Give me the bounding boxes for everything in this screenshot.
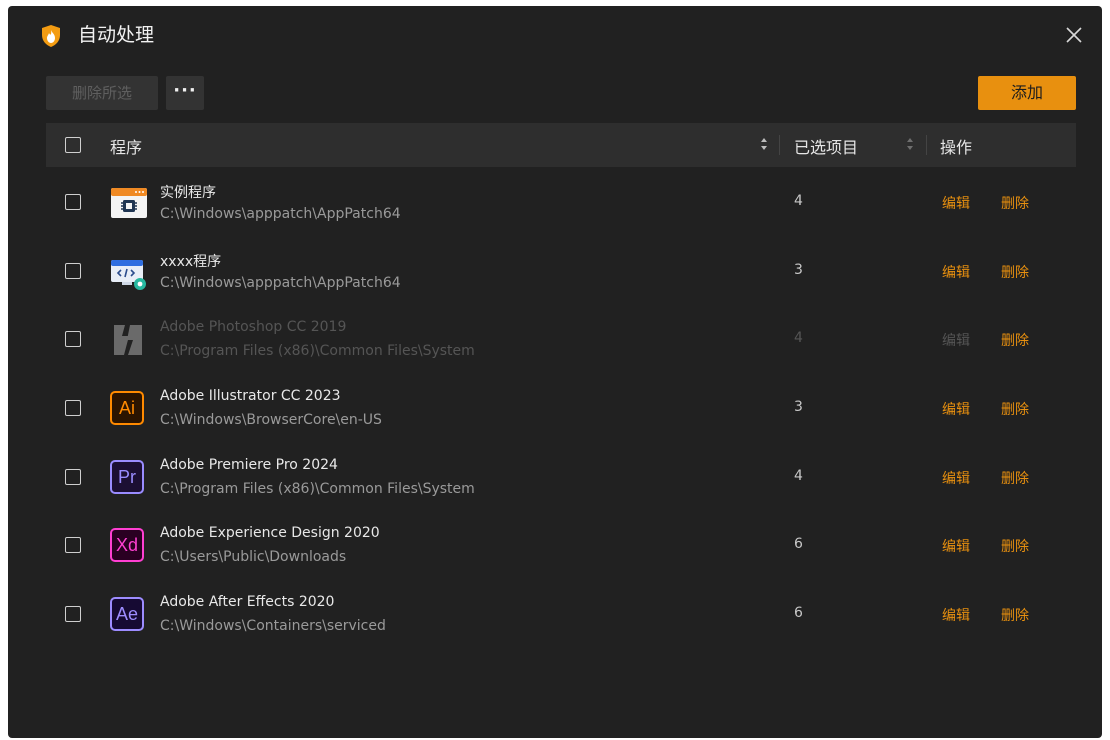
premiere-icon: Pr: [110, 459, 144, 494]
table-row: 实例程序 C:\Windows\apppatch\AppPatch64 4 编辑…: [46, 167, 1076, 236]
delete-link[interactable]: 删除: [1001, 193, 1029, 213]
edit-link[interactable]: 编辑: [942, 193, 970, 213]
selected-count: 4: [794, 193, 803, 209]
table-row: Ae Adobe After Effects 2020 C:\Windows\C…: [46, 579, 1076, 648]
row-checkbox[interactable]: [65, 537, 81, 554]
program-name: Adobe After Effects 2020: [160, 594, 335, 611]
edit-link[interactable]: 编辑: [942, 468, 970, 488]
row-checkbox[interactable]: [65, 194, 81, 210]
code-settings-icon: [111, 259, 146, 290]
row-checkbox[interactable]: [65, 331, 81, 348]
selected-count: 3: [794, 261, 803, 278]
after-effects-icon: Ae: [110, 597, 144, 632]
delete-selected-button[interactable]: 删除所选: [46, 76, 158, 110]
selected-count: 6: [794, 605, 803, 622]
program-path: C:\Windows\apppatch\AppPatch64: [160, 274, 401, 291]
selected-count: 3: [794, 399, 803, 416]
selected-count: 4: [794, 467, 803, 484]
edit-link[interactable]: 编辑: [942, 605, 970, 625]
delete-link[interactable]: 删除: [1001, 605, 1029, 625]
program-path: C:\Windows\Containers\serviced: [160, 618, 386, 635]
xd-icon: Xd: [110, 528, 144, 563]
program-name: Adobe Illustrator CC 2023: [160, 388, 341, 405]
program-list: 实例程序 C:\Windows\apppatch\AppPatch64 4 编辑…: [46, 167, 1076, 648]
edit-link: 编辑: [942, 333, 970, 350]
column-divider: [926, 135, 927, 155]
more-options-button[interactable]: ···: [166, 76, 204, 110]
column-divider: [779, 135, 780, 155]
delete-link[interactable]: 删除: [1001, 330, 1029, 350]
broken-file-icon: [114, 325, 142, 356]
toolbar: 删除所选 ··· 添加: [8, 76, 1102, 112]
column-header-selected-items[interactable]: 已选项目: [794, 134, 858, 158]
program-name: xxxx程序: [160, 253, 222, 270]
edit-link[interactable]: 编辑: [942, 536, 970, 556]
delete-link[interactable]: 删除: [1001, 468, 1029, 488]
row-checkbox[interactable]: [65, 468, 81, 485]
column-header-program[interactable]: 程序: [110, 134, 142, 158]
selected-count: 4: [794, 330, 803, 347]
select-all-checkbox[interactable]: [65, 137, 81, 153]
title-bar: 自动处理: [8, 6, 1102, 66]
program-path: C:\Program Files (x86)\Common Files\Syst…: [160, 480, 475, 497]
delete-link[interactable]: 删除: [1001, 399, 1029, 419]
program-path: C:\Windows\apppatch\AppPatch64: [160, 206, 401, 222]
shield-flame-icon: [42, 25, 60, 47]
window-title: 自动处理: [78, 24, 155, 46]
close-icon[interactable]: [1062, 23, 1086, 47]
auto-process-window: 自动处理 删除所选 ··· 添加 程序 已选项目 操作 实例程序 C:\Wind…: [8, 6, 1102, 738]
program-path: C:\Users\Public\Downloads: [160, 549, 347, 566]
illustrator-icon: Ai: [110, 391, 144, 426]
delete-link[interactable]: 删除: [1001, 262, 1029, 282]
row-checkbox[interactable]: [65, 262, 81, 279]
sort-icon[interactable]: [906, 135, 914, 153]
row-checkbox[interactable]: [65, 606, 81, 623]
program-name: Adobe Premiere Pro 2024: [160, 456, 338, 473]
edit-link[interactable]: 编辑: [942, 399, 970, 419]
row-checkbox[interactable]: [65, 400, 81, 417]
table-row: xxxx程序 C:\Windows\apppatch\AppPatch64 3 …: [46, 236, 1076, 305]
table-row: Ai Adobe Illustrator CC 2023 C:\Windows\…: [46, 373, 1076, 442]
delete-link[interactable]: 删除: [1001, 536, 1029, 556]
table-row: Adobe Photoshop CC 2019 C:\Program Files…: [46, 304, 1076, 373]
more-dots-icon: ···: [173, 80, 197, 101]
program-name: Adobe Experience Design 2020: [160, 525, 380, 542]
edit-link[interactable]: 编辑: [942, 262, 970, 282]
table-row: Pr Adobe Premiere Pro 2024 C:\Program Fi…: [46, 442, 1076, 511]
program-path: C:\Program Files (x86)\Common Files\Syst…: [160, 343, 475, 360]
sort-icon[interactable]: [760, 135, 768, 153]
program-path: C:\Windows\BrowserCore\en-US: [160, 412, 382, 429]
program-name: 实例程序: [160, 185, 216, 201]
table-row: Xd Adobe Experience Design 2020 C:\Users…: [46, 510, 1076, 579]
add-button[interactable]: 添加: [978, 76, 1076, 110]
table-header: 程序 已选项目 操作: [46, 123, 1076, 167]
program-name: Adobe Photoshop CC 2019: [160, 319, 347, 336]
selected-count: 6: [794, 536, 803, 553]
column-header-actions: 操作: [940, 138, 973, 157]
app-window-icon: [111, 188, 147, 218]
